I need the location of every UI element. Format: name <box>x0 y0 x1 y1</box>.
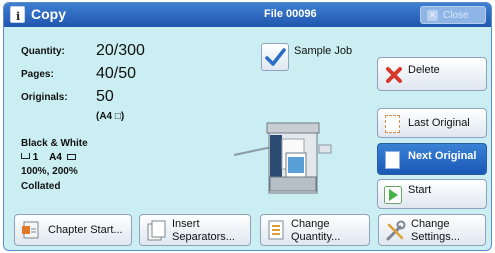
change-settings-label-2: Settings... <box>411 231 460 243</box>
quantity-label: Quantity: <box>21 46 65 57</box>
copy-icon: i <box>10 6 25 23</box>
tray-row: 1 A4 <box>21 152 76 163</box>
delete-button[interactable]: Delete <box>377 57 487 91</box>
copier-illustration <box>234 122 332 194</box>
last-original-button[interactable]: Last Original <box>377 108 487 138</box>
next-original-label: Next Original <box>408 150 477 162</box>
change-quantity-label-1: Change <box>291 218 330 230</box>
next-original-icon <box>385 151 400 169</box>
pages-value: 40/50 <box>96 65 137 82</box>
originals-value: 50 <box>96 88 114 105</box>
close-icon: ✕ <box>427 10 438 21</box>
insert-label-2: Separators... <box>172 231 235 243</box>
tray-number: 1 <box>32 152 39 163</box>
start-button[interactable]: Start <box>377 179 487 209</box>
insert-separators-icon <box>147 220 166 241</box>
insert-separators-button[interactable]: Insert Separators... <box>139 214 251 246</box>
change-settings-button[interactable]: Change Settings... <box>378 214 486 246</box>
sample-job-checkbox[interactable] <box>261 43 289 71</box>
pages-label: Pages: <box>21 69 54 80</box>
sample-job-label: Sample Job <box>294 45 353 57</box>
copy-screen: i Copy File 00096 ✕ Close Quantity: 20/3… <box>3 2 492 251</box>
color-mode: Black & White <box>21 138 88 149</box>
orientation-icon <box>66 154 76 160</box>
chapter-start-label: Chapter Start... <box>48 224 123 236</box>
next-original-button[interactable]: Next Original <box>377 143 487 175</box>
file-name: File 00096 <box>264 8 317 20</box>
delete-label: Delete <box>408 64 440 76</box>
finishing: Collated <box>21 181 61 192</box>
start-label: Start <box>408 184 432 196</box>
chapter-start-icon <box>22 221 39 239</box>
reduction: 100%, 200% <box>21 166 78 177</box>
originals-label: Originals: <box>21 92 68 103</box>
screen-title: Copy <box>31 6 66 22</box>
checkmark-icon <box>265 48 286 66</box>
close-label: Close <box>443 10 469 21</box>
delete-x-icon <box>386 67 402 83</box>
change-quantity-label-2: Quantity... <box>291 231 341 243</box>
insert-label-1: Insert <box>172 218 200 230</box>
output-size: A4 <box>49 152 62 163</box>
change-quantity-button[interactable]: Change Quantity... <box>260 214 370 246</box>
quantity-value: 20/300 <box>96 42 145 59</box>
original-paper-size: (A4 □) <box>96 111 125 122</box>
tools-icon <box>386 220 406 241</box>
start-play-icon <box>384 186 402 204</box>
change-settings-label-1: Change <box>411 218 450 230</box>
last-original-label: Last Original <box>408 117 470 129</box>
change-quantity-icon <box>268 220 284 240</box>
close-button[interactable]: ✕ Close <box>420 6 486 24</box>
tray-icon <box>21 153 30 159</box>
last-original-icon <box>385 115 400 133</box>
chapter-start-button[interactable]: Chapter Start... <box>14 214 132 246</box>
title-bar: i Copy File 00096 ✕ Close <box>4 3 491 27</box>
